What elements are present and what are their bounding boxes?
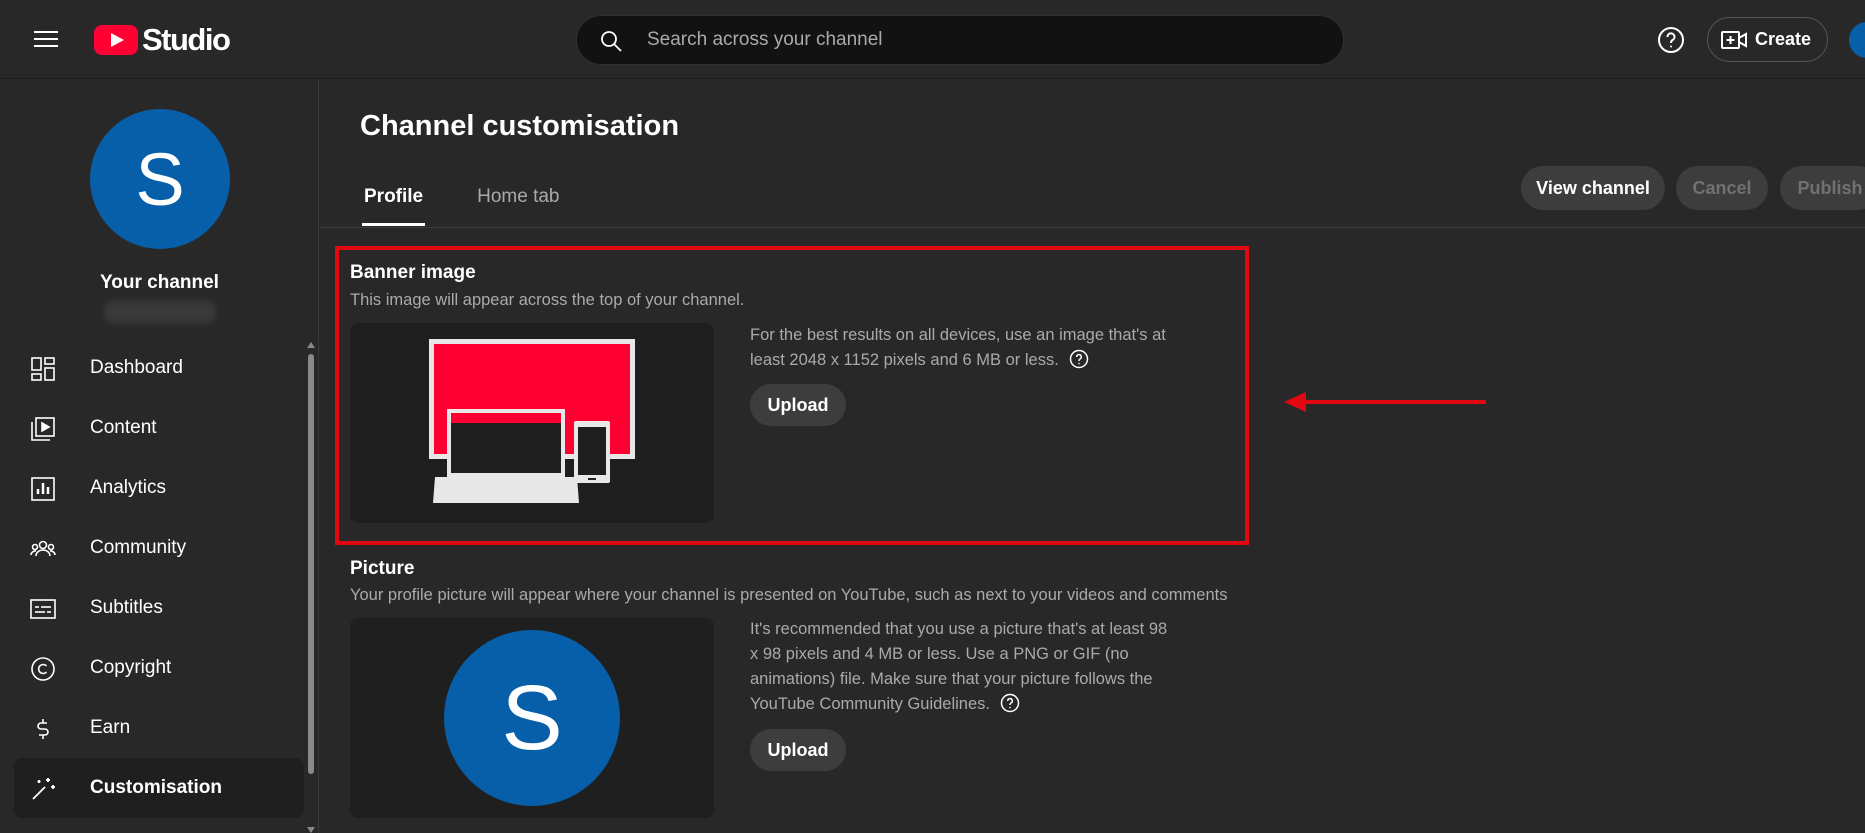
devices-illustration-icon (429, 339, 635, 503)
earn-icon (37, 719, 49, 739)
picture-preview: S (350, 618, 714, 818)
picture-section-title: Picture (350, 558, 415, 579)
sidebar-item-copyright[interactable]: Copyright (14, 638, 304, 698)
picture-upload-button[interactable]: Upload (750, 729, 846, 771)
banner-info-text: For the best results on all devices, use… (750, 323, 1180, 373)
analytics-icon (31, 477, 55, 501)
sidebar-nav: Dashboard Content Analytics Community Su… (14, 338, 304, 818)
channel-handle-blurred (104, 301, 216, 323)
scroll-up-arrow-icon[interactable] (307, 342, 315, 348)
sidebar-item-customisation[interactable]: Customisation (14, 758, 304, 818)
banner-preview (350, 323, 714, 523)
scroll-down-arrow-icon[interactable] (307, 827, 315, 833)
picture-section-description: Your profile picture will appear where y… (350, 586, 1228, 604)
sidebar-item-label: Content (90, 417, 157, 438)
tab-profile[interactable]: Profile (362, 180, 426, 227)
search-bar (576, 15, 1344, 65)
sidebar-item-label: Community (90, 537, 187, 558)
sidebar-item-label: Analytics (90, 477, 167, 498)
top-bar: Studio Create (0, 0, 1865, 79)
sidebar-item-analytics[interactable]: Analytics (14, 458, 304, 518)
create-video-icon (1721, 30, 1747, 49)
picture-info-body: It's recommended that you use a picture … (750, 620, 1168, 713)
subtitles-icon (30, 599, 56, 619)
help-icon[interactable] (1656, 25, 1686, 55)
search-input[interactable] (647, 16, 1327, 64)
copyright-icon (31, 657, 55, 681)
account-avatar[interactable] (1849, 22, 1865, 58)
sidebar-item-label: Dashboard (90, 357, 183, 378)
help-icon[interactable] (1000, 693, 1020, 713)
logo-text: Studio (142, 22, 231, 57)
create-button[interactable]: Create (1707, 17, 1828, 62)
sidebar-item-earn[interactable]: Earn (14, 698, 304, 758)
tabs-divider (320, 227, 1865, 228)
banner-section-description: This image will appear across the top of… (350, 291, 745, 309)
sidebar-item-label: Copyright (90, 657, 172, 678)
studio-logo[interactable]: Studio (94, 20, 231, 60)
sidebar-item-label: Customisation (90, 777, 222, 798)
scroll-thumb[interactable] (308, 354, 314, 774)
youtube-logo-icon (94, 25, 138, 55)
help-icon[interactable] (1069, 349, 1089, 369)
sidebar-item-content[interactable]: Content (14, 398, 304, 458)
cancel-button[interactable]: Cancel (1676, 166, 1768, 210)
sidebar-item-label: Subtitles (90, 597, 163, 618)
publish-button[interactable]: Publish (1780, 166, 1865, 210)
customisation-icon (32, 778, 55, 800)
dashboard-icon (31, 357, 55, 381)
profile-picture-avatar: S (444, 630, 620, 806)
banner-info-body: For the best results on all devices, use… (750, 326, 1166, 369)
sidebar-item-community[interactable]: Community (14, 518, 304, 578)
picture-info-text: It's recommended that you use a picture … (750, 617, 1175, 717)
content-icon (31, 417, 55, 441)
hamburger-menu-icon[interactable] (28, 26, 68, 54)
search-icon[interactable] (599, 29, 623, 53)
tab-bar: Profile Home tab (362, 180, 612, 227)
sidebar-item-dashboard[interactable]: Dashboard (14, 338, 304, 398)
channel-avatar[interactable]: S (90, 109, 230, 249)
community-icon (30, 540, 56, 557)
page-title: Channel customisation (360, 110, 680, 142)
sidebar-scrollbar[interactable] (307, 342, 315, 833)
tab-home[interactable]: Home tab (475, 180, 561, 227)
sidebar-item-label: Earn (90, 717, 131, 738)
banner-section-title: Banner image (350, 262, 476, 283)
view-channel-button[interactable]: View channel (1521, 166, 1665, 210)
red-arrow-annotation-icon (1284, 392, 1486, 412)
sidebar-item-subtitles[interactable]: Subtitles (14, 578, 304, 638)
your-channel-label[interactable]: Your channel (0, 272, 319, 294)
sidebar: S Your channel Dashboard Content Analyti… (0, 80, 319, 833)
banner-upload-button[interactable]: Upload (750, 384, 846, 426)
create-button-label: Create (1755, 29, 1812, 49)
